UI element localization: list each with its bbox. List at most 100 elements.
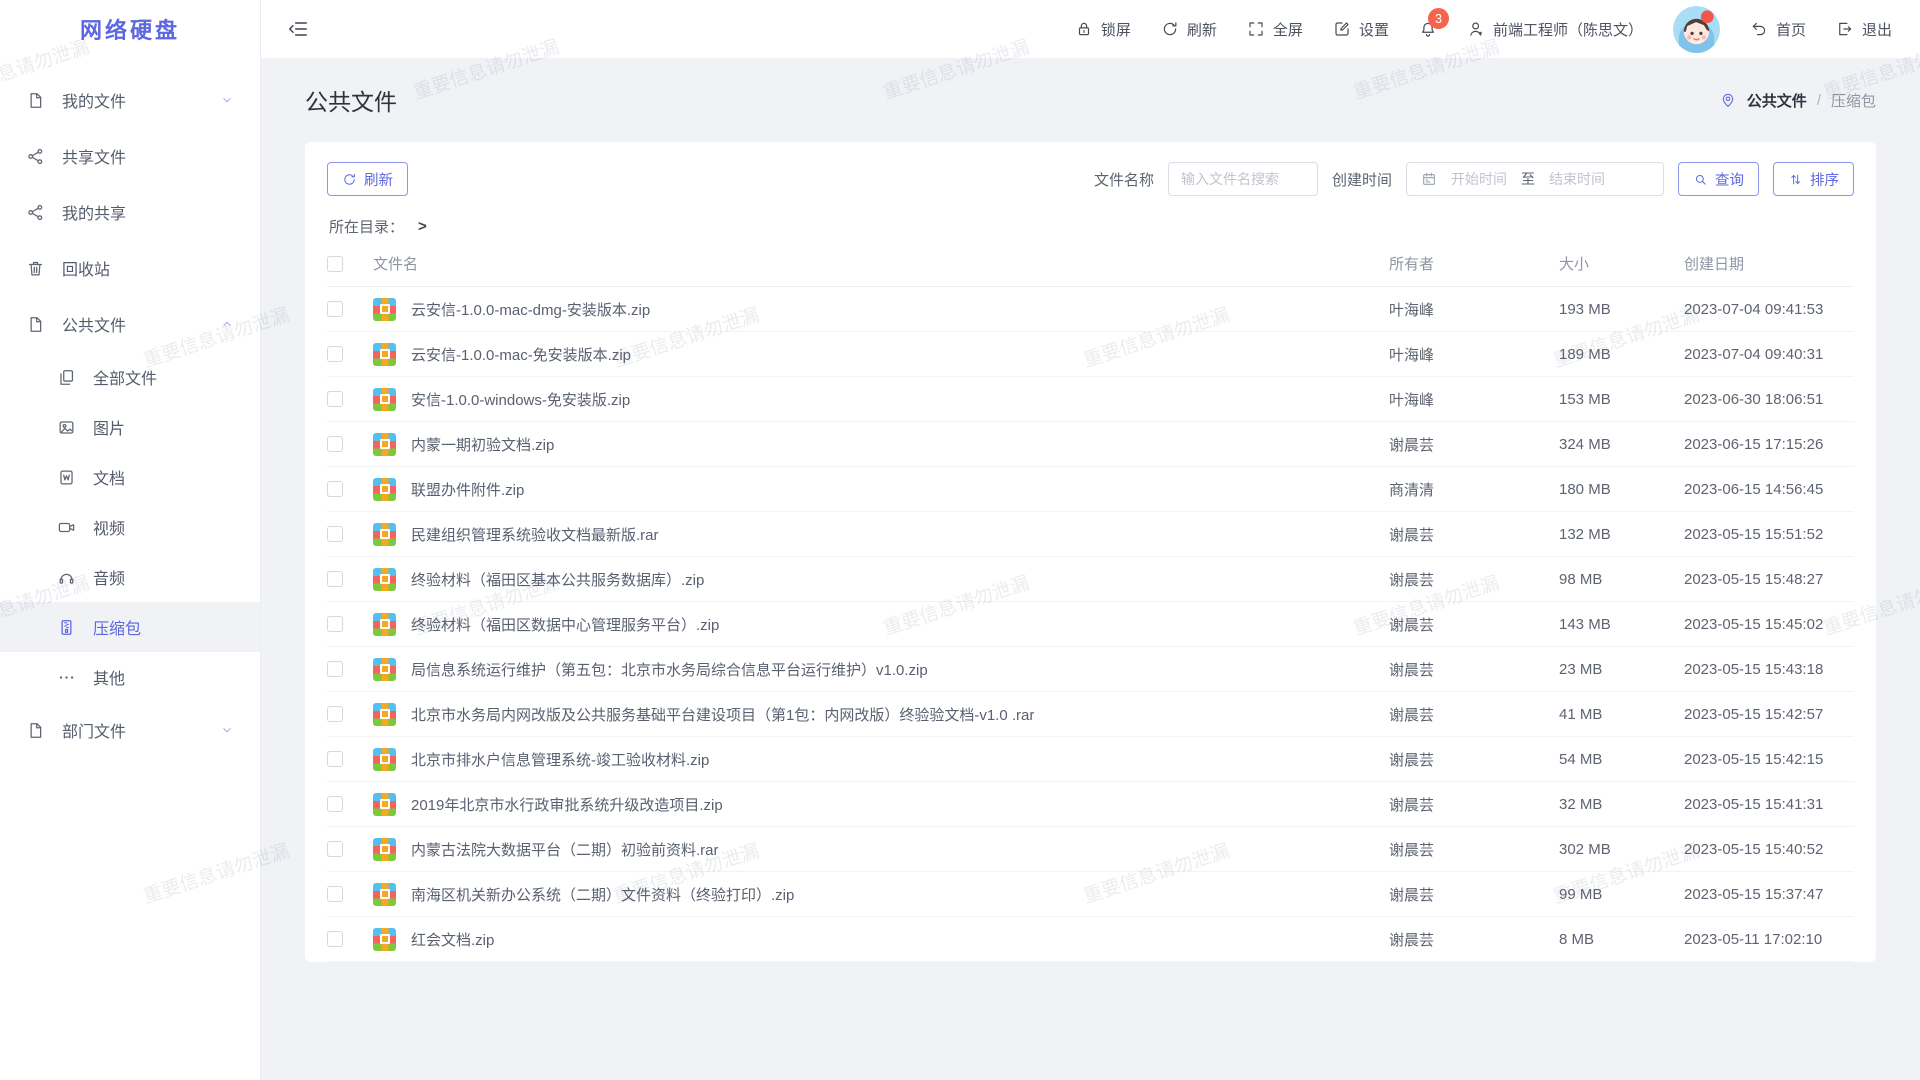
file-name[interactable]: 红会文档.zip bbox=[411, 929, 494, 950]
search-icon bbox=[1693, 172, 1708, 187]
logout-button[interactable]: 退出 bbox=[1836, 19, 1892, 40]
query-button[interactable]: 查询 bbox=[1678, 162, 1759, 196]
action-label: 全屏 bbox=[1273, 19, 1303, 40]
sidebar-item-label: 回收站 bbox=[62, 256, 110, 280]
row-checkbox[interactable] bbox=[327, 616, 343, 632]
user-avatar[interactable] bbox=[1673, 6, 1720, 53]
row-checkbox[interactable] bbox=[327, 481, 343, 497]
sidebar-item-shared-files[interactable]: 共享文件 bbox=[0, 128, 260, 184]
row-checkbox[interactable] bbox=[327, 526, 343, 542]
file-name[interactable]: 南海区机关新办公系统（二期）文件资料（终验打印）.zip bbox=[411, 884, 794, 905]
file-name[interactable]: 局信息系统运行维护（第五包：北京市水务局综合信息平台运行维护）v1.0.zip bbox=[411, 659, 928, 680]
table-row[interactable]: 内蒙古法院大数据平台（二期）初验前资料.rar谢晨芸302 MB2023-05-… bbox=[327, 827, 1854, 872]
sidebar-item-documents[interactable]: 文档 bbox=[0, 452, 260, 502]
file-name[interactable]: 民建组织管理系统验收文档最新版.rar bbox=[411, 524, 659, 545]
sidebar-item-others[interactable]: 其他 bbox=[0, 652, 260, 702]
file-date: 2023-07-04 09:41:53 bbox=[1684, 301, 1854, 318]
home-button[interactable]: 首页 bbox=[1750, 19, 1806, 40]
file-size: 143 MB bbox=[1559, 616, 1684, 633]
date-range-picker[interactable]: 开始时间 至 结束时间 bbox=[1406, 162, 1664, 196]
table-row[interactable]: 民建组织管理系统验收文档最新版.rar谢晨芸132 MB2023-05-15 1… bbox=[327, 512, 1854, 557]
lock-screen-button[interactable]: 锁屏 bbox=[1075, 19, 1131, 40]
table-row[interactable]: 联盟办件附件.zip商清清180 MB2023-06-15 14:56:45 bbox=[327, 467, 1854, 512]
row-checkbox[interactable] bbox=[327, 436, 343, 452]
sidebar-item-videos[interactable]: 视频 bbox=[0, 502, 260, 552]
filter-date-label: 创建时间 bbox=[1332, 169, 1392, 190]
row-checkbox[interactable] bbox=[327, 751, 343, 767]
table-row[interactable]: 内蒙一期初验文档.zip谢晨芸324 MB2023-06-15 17:15:26 bbox=[327, 422, 1854, 467]
select-all-checkbox[interactable] bbox=[327, 256, 343, 272]
row-checkbox[interactable] bbox=[327, 706, 343, 722]
row-checkbox[interactable] bbox=[327, 391, 343, 407]
file-owner: 谢晨芸 bbox=[1389, 569, 1559, 590]
column-owner: 所有者 bbox=[1389, 253, 1559, 274]
breadcrumb-parent[interactable]: 公共文件 bbox=[1747, 90, 1807, 111]
file-table-body: 云安信-1.0.0-mac-dmg-安装版本.zip叶海峰193 MB2023-… bbox=[327, 287, 1854, 962]
table-row[interactable]: 终验材料（福田区数据中心管理服务平台）.zip谢晨芸143 MB2023-05-… bbox=[327, 602, 1854, 647]
content-area: 公共文件 公共文件 / 压缩包 刷新 文件名称 bbox=[261, 58, 1920, 1080]
table-row[interactable]: 南海区机关新办公系统（二期）文件资料（终验打印）.zip谢晨芸99 MB2023… bbox=[327, 872, 1854, 917]
table-row[interactable]: 红会文档.zip谢晨芸8 MB2023-05-11 17:02:10 bbox=[327, 917, 1854, 962]
settings-button[interactable]: 设置 bbox=[1333, 19, 1389, 40]
sort-button[interactable]: 排序 bbox=[1773, 162, 1854, 196]
file-name-search-input[interactable] bbox=[1168, 162, 1318, 196]
audio-icon bbox=[57, 568, 76, 587]
sidebar-item-all-files[interactable]: 全部文件 bbox=[0, 352, 260, 402]
row-checkbox[interactable] bbox=[327, 886, 343, 902]
table-row[interactable]: 2019年北京市水行政审批系统升级改造项目.zip谢晨芸32 MB2023-05… bbox=[327, 782, 1854, 827]
file-name[interactable]: 2019年北京市水行政审批系统升级改造项目.zip bbox=[411, 794, 723, 815]
row-checkbox[interactable] bbox=[327, 301, 343, 317]
refresh-button[interactable]: 刷新 bbox=[327, 162, 408, 196]
sidebar-item-images[interactable]: 图片 bbox=[0, 402, 260, 452]
current-directory: 所在目录： > bbox=[329, 216, 1852, 237]
lock-icon bbox=[1075, 20, 1093, 38]
fullscreen-button[interactable]: 全屏 bbox=[1247, 19, 1303, 40]
sidebar-item-label: 我的共享 bbox=[62, 200, 126, 224]
sidebar-item-my-files[interactable]: 我的文件 bbox=[0, 72, 260, 128]
column-file-name: 文件名 bbox=[373, 253, 1389, 274]
table-row[interactable]: 安信-1.0.0-windows-免安装版.zip叶海峰153 MB2023-0… bbox=[327, 377, 1854, 422]
file-size: 180 MB bbox=[1559, 481, 1684, 498]
table-row[interactable]: 北京市水务局内网改版及公共服务基础平台建设项目（第1包：内网改版）终验验文档-v… bbox=[327, 692, 1854, 737]
file-name[interactable]: 云安信-1.0.0-mac-免安装版本.zip bbox=[411, 344, 631, 365]
directory-root-arrow[interactable]: > bbox=[418, 218, 427, 235]
page-title: 公共文件 bbox=[305, 83, 397, 117]
table-row[interactable]: 终验材料（福田区基本公共服务数据库）.zip谢晨芸98 MB2023-05-15… bbox=[327, 557, 1854, 602]
sidebar-item-archives[interactable]: 压缩包 bbox=[0, 602, 260, 652]
file-name[interactable]: 内蒙一期初验文档.zip bbox=[411, 434, 554, 455]
file-name[interactable]: 安信-1.0.0-windows-免安装版.zip bbox=[411, 389, 630, 410]
file-name[interactable]: 北京市水务局内网改版及公共服务基础平台建设项目（第1包：内网改版）终验验文档-v… bbox=[411, 704, 1034, 725]
sidebar-item-my-shares[interactable]: 我的共享 bbox=[0, 184, 260, 240]
table-row[interactable]: 北京市排水户信息管理系统-竣工验收材料.zip谢晨芸54 MB2023-05-1… bbox=[327, 737, 1854, 782]
row-checkbox[interactable] bbox=[327, 346, 343, 362]
row-checkbox[interactable] bbox=[327, 931, 343, 947]
menu-fold-icon[interactable] bbox=[287, 18, 309, 40]
row-checkbox[interactable] bbox=[327, 796, 343, 812]
sidebar-item-public-files[interactable]: 公共文件 bbox=[0, 296, 260, 352]
sidebar-item-recycle-bin[interactable]: 回收站 bbox=[0, 240, 260, 296]
sidebar-item-audio[interactable]: 音频 bbox=[0, 552, 260, 602]
chevron-up-icon bbox=[220, 317, 234, 331]
sidebar-item-label: 全部文件 bbox=[93, 365, 157, 389]
table-row[interactable]: 云安信-1.0.0-mac-免安装版本.zip叶海峰189 MB2023-07-… bbox=[327, 332, 1854, 377]
user-menu[interactable]: 前端工程师（陈思文） bbox=[1467, 19, 1643, 40]
row-checkbox[interactable] bbox=[327, 661, 343, 677]
file-name[interactable]: 终验材料（福田区数据中心管理服务平台）.zip bbox=[411, 614, 719, 635]
file-name[interactable]: 联盟办件附件.zip bbox=[411, 479, 524, 500]
file-name[interactable]: 北京市排水户信息管理系统-竣工验收材料.zip bbox=[411, 749, 709, 770]
table-row[interactable]: 局信息系统运行维护（第五包：北京市水务局综合信息平台运行维护）v1.0.zip谢… bbox=[327, 647, 1854, 692]
notifications-button[interactable]: 3 bbox=[1419, 20, 1437, 38]
row-checkbox[interactable] bbox=[327, 841, 343, 857]
refresh-page-button[interactable]: 刷新 bbox=[1161, 19, 1217, 40]
table-row[interactable]: 云安信-1.0.0-mac-dmg-安装版本.zip叶海峰193 MB2023-… bbox=[327, 287, 1854, 332]
file-owner: 叶海峰 bbox=[1389, 299, 1559, 320]
file-size: 99 MB bbox=[1559, 886, 1684, 903]
chevron-down-icon bbox=[220, 723, 234, 737]
file-name[interactable]: 云安信-1.0.0-mac-dmg-安装版本.zip bbox=[411, 299, 650, 320]
action-label: 设置 bbox=[1359, 19, 1389, 40]
row-checkbox[interactable] bbox=[327, 571, 343, 587]
file-name[interactable]: 内蒙古法院大数据平台（二期）初验前资料.rar bbox=[411, 839, 719, 860]
sidebar-item-department-files[interactable]: 部门文件 bbox=[0, 702, 260, 758]
file-name[interactable]: 终验材料（福田区基本公共服务数据库）.zip bbox=[411, 569, 704, 590]
app-logo: 网络硬盘 bbox=[0, 0, 260, 58]
